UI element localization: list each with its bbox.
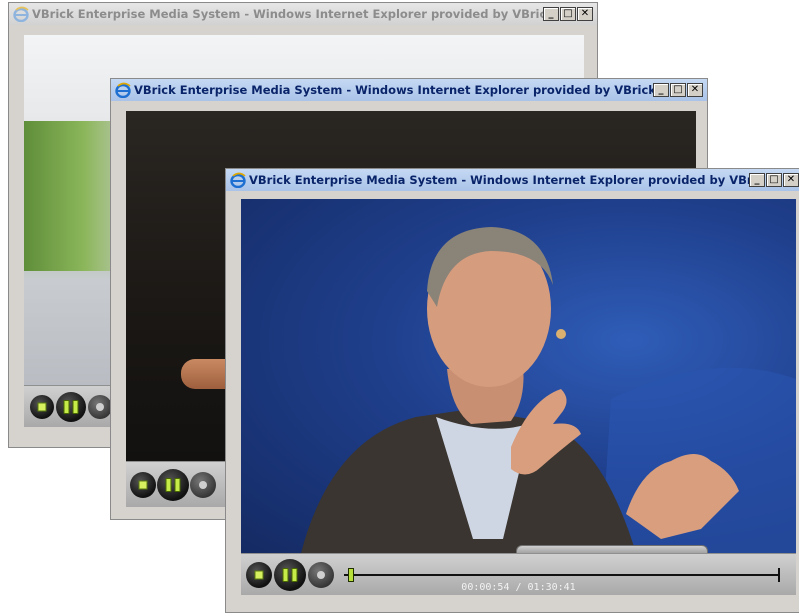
video-frame[interactable] <box>241 199 796 553</box>
record-icon <box>96 403 104 411</box>
ie-logo-icon <box>115 82 131 99</box>
close-button[interactable]: ✕ <box>577 7 593 21</box>
speaker-video-scene <box>301 227 796 553</box>
maximize-button[interactable]: □ <box>670 83 686 97</box>
record-button[interactable] <box>88 395 112 419</box>
time-display: 00:00:54 / 01:30:41 <box>461 582 576 593</box>
pause-button[interactable] <box>157 469 189 501</box>
close-button[interactable]: ✕ <box>783 173 799 187</box>
stop-button[interactable] <box>130 472 156 498</box>
stop-icon <box>254 570 264 580</box>
window-title: VBrick Enterprise Media System - Windows… <box>134 83 653 97</box>
player-controls: 00:00:54 / 01:30:41 <box>241 553 796 595</box>
pause-icon <box>63 400 79 414</box>
window-titlebar[interactable]: VBrick Enterprise Media System - Windows… <box>9 3 597 25</box>
seek-end-cap <box>778 568 780 582</box>
close-button[interactable]: ✕ <box>687 83 703 97</box>
pause-icon <box>282 568 298 582</box>
pause-button[interactable] <box>56 392 86 422</box>
seek-bar[interactable] <box>344 568 780 582</box>
ie-logo-icon <box>230 172 246 189</box>
window-title: VBrick Enterprise Media System - Windows… <box>249 173 749 187</box>
maximize-button[interactable]: □ <box>560 7 576 21</box>
seek-handle[interactable] <box>348 568 354 582</box>
stop-button[interactable] <box>30 395 54 419</box>
browser-window-front: VBrick Enterprise Media System - Windows… <box>225 168 799 613</box>
stop-icon <box>37 402 47 412</box>
progress-tab[interactable] <box>516 545 708 553</box>
window-title: VBrick Enterprise Media System - Windows… <box>32 7 543 21</box>
record-button[interactable] <box>190 472 216 498</box>
record-icon <box>199 481 207 489</box>
pause-icon <box>165 478 181 492</box>
window-titlebar[interactable]: VBrick Enterprise Media System - Windows… <box>226 169 799 191</box>
record-icon <box>317 571 325 579</box>
minimize-button[interactable]: _ <box>749 173 765 187</box>
window-titlebar[interactable]: VBrick Enterprise Media System - Windows… <box>111 79 707 101</box>
seek-track <box>344 574 780 576</box>
maximize-button[interactable]: □ <box>766 173 782 187</box>
video-scene <box>24 121 124 271</box>
stop-icon <box>138 480 148 490</box>
minimize-button[interactable]: _ <box>653 83 669 97</box>
ie-logo-icon <box>13 6 29 23</box>
minimize-button[interactable]: _ <box>543 7 559 21</box>
